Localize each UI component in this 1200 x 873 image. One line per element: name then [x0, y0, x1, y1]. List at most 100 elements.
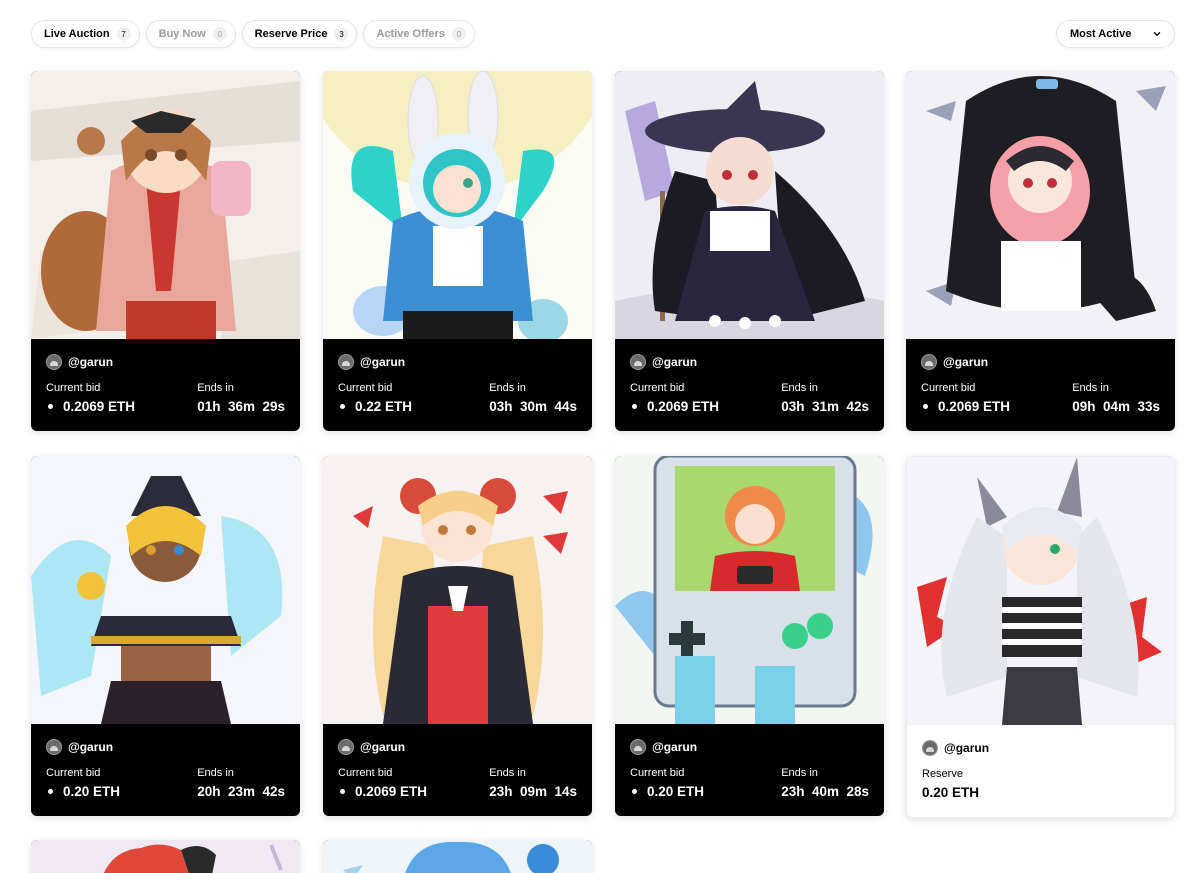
ends-value: 01h 36m 29s	[197, 399, 285, 414]
card-info: @garun Current bid 0.2069 ETH Ends in 09…	[906, 339, 1175, 431]
creator-handle: @garun	[944, 741, 990, 755]
ends-label: Ends in	[489, 382, 526, 394]
creator-handle: @garun	[68, 355, 114, 369]
reserve-value: 0.20 ETH	[922, 785, 980, 800]
avatar-icon	[630, 739, 646, 755]
artwork-image	[31, 840, 300, 873]
artwork-card[interactable]: @garun Current bid 0.2069 ETH Ends in 23…	[323, 456, 592, 816]
filter-buy-now[interactable]: Buy Now 0	[145, 20, 236, 48]
bid-label: Current bid	[338, 382, 393, 394]
artwork-card[interactable]	[323, 840, 592, 873]
artwork-image	[323, 456, 592, 724]
ends-value: 23h 09m 14s	[489, 784, 577, 799]
avatar-icon	[922, 740, 938, 756]
bid-value: 0.20 ETH	[647, 784, 705, 799]
bid-value: 0.20 ETH	[63, 784, 121, 799]
sort-label: Most Active	[1070, 28, 1132, 40]
ends-label: Ends in	[781, 382, 818, 394]
filter-reserve-price-count: 3	[334, 27, 349, 41]
ends-value: 23h 40m 28s	[781, 784, 869, 799]
creator-handle: @garun	[652, 355, 698, 369]
bid-label: Current bid	[630, 767, 685, 779]
artwork-card[interactable]: @garun Current bid 0.20 ETH Ends in 23h …	[615, 456, 884, 816]
bid-label: Current bid	[338, 767, 393, 779]
filter-reserve-price[interactable]: Reserve Price 3	[241, 20, 358, 48]
ends-label: Ends in	[1072, 382, 1109, 394]
bid-label: Current bid	[630, 382, 685, 394]
creator[interactable]: @garun	[338, 353, 577, 371]
creator-handle: @garun	[360, 355, 406, 369]
avatar-icon	[338, 354, 354, 370]
sort-dropdown[interactable]: Most Active	[1056, 20, 1175, 48]
artwork-image	[615, 71, 884, 339]
ends-label: Ends in	[197, 767, 234, 779]
filter-buy-now-label: Buy Now	[158, 28, 206, 40]
filter-live-auction[interactable]: Live Auction 7	[31, 20, 140, 48]
creator[interactable]: @garun	[46, 738, 285, 756]
avatar-icon	[630, 354, 646, 370]
dot-icon	[48, 789, 53, 794]
filter-active-offers-label: Active Offers	[376, 28, 445, 40]
ends-label: Ends in	[489, 767, 526, 779]
card-info: @garun Current bid 0.2069 ETH Ends in 03…	[615, 339, 884, 431]
artwork-image	[323, 840, 592, 873]
creator-handle: @garun	[68, 740, 114, 754]
creator[interactable]: @garun	[922, 739, 1159, 757]
dot-icon	[923, 404, 928, 409]
artwork-image	[323, 71, 592, 339]
artwork-image	[31, 456, 300, 724]
avatar-icon	[921, 354, 937, 370]
creator-handle: @garun	[652, 740, 698, 754]
creator-handle: @garun	[943, 355, 989, 369]
bid-value: 0.2069 ETH	[355, 784, 428, 799]
ends-value: 03h 30m 44s	[489, 399, 577, 414]
artwork-card[interactable]: @garun Current bid 0.2069 ETH Ends in 03…	[615, 71, 884, 431]
creator[interactable]: @garun	[338, 738, 577, 756]
bid-value: 0.2069 ETH	[938, 399, 1011, 414]
creator-handle: @garun	[360, 740, 406, 754]
bid-label: Current bid	[46, 767, 101, 779]
creator[interactable]: @garun	[921, 353, 1160, 371]
ends-label: Ends in	[197, 382, 234, 394]
artwork-card[interactable]: @garun Current bid 0.22 ETH Ends in 03h …	[323, 71, 592, 431]
artwork-image	[31, 71, 300, 339]
artwork-image	[907, 457, 1174, 725]
creator[interactable]: @garun	[46, 353, 285, 371]
filter-active-offers[interactable]: Active Offers 0	[363, 20, 475, 48]
artwork-card[interactable]: @garun Reserve 0.20 ETH	[906, 456, 1175, 818]
creator[interactable]: @garun	[630, 738, 869, 756]
avatar-icon	[46, 354, 62, 370]
bid-label: Current bid	[46, 382, 101, 394]
filter-bar: Live Auction 7 Buy Now 0 Reserve Price 3…	[31, 20, 475, 48]
bid-value: 0.2069 ETH	[63, 399, 136, 414]
artwork-image	[906, 71, 1175, 339]
dot-icon	[632, 789, 637, 794]
filter-live-auction-count: 7	[116, 27, 131, 41]
ends-label: Ends in	[781, 767, 818, 779]
ends-value: 03h 31m 42s	[781, 399, 869, 414]
reserve-label: Reserve	[922, 768, 963, 780]
dot-icon	[48, 404, 53, 409]
chevron-down-icon	[1152, 29, 1162, 39]
artwork-image	[615, 456, 884, 724]
card-info: @garun Reserve 0.20 ETH	[907, 725, 1174, 817]
bid-label: Current bid	[921, 382, 976, 394]
card-info: @garun Current bid 0.22 ETH Ends in 03h …	[323, 339, 592, 431]
card-info: @garun Current bid 0.20 ETH Ends in 20h …	[31, 724, 300, 816]
avatar-icon	[46, 739, 62, 755]
dot-icon	[632, 404, 637, 409]
filter-reserve-price-label: Reserve Price	[254, 28, 328, 40]
card-info: @garun Current bid 0.2069 ETH Ends in 23…	[323, 724, 592, 816]
creator[interactable]: @garun	[630, 353, 869, 371]
ends-value: 09h 04m 33s	[1072, 399, 1160, 414]
artwork-card[interactable]: @garun Current bid 0.2069 ETH Ends in 01…	[31, 71, 300, 431]
filter-buy-now-count: 0	[212, 27, 227, 41]
artwork-card[interactable]: @garun Current bid 0.20 ETH Ends in 20h …	[31, 456, 300, 816]
filter-live-auction-label: Live Auction	[44, 28, 110, 40]
dot-icon	[340, 789, 345, 794]
filter-active-offers-count: 0	[451, 27, 466, 41]
artwork-card[interactable]	[31, 840, 300, 873]
artwork-card[interactable]: @garun Current bid 0.2069 ETH Ends in 09…	[906, 71, 1175, 431]
card-info: @garun Current bid 0.2069 ETH Ends in 01…	[31, 339, 300, 431]
bid-value: 0.2069 ETH	[647, 399, 720, 414]
